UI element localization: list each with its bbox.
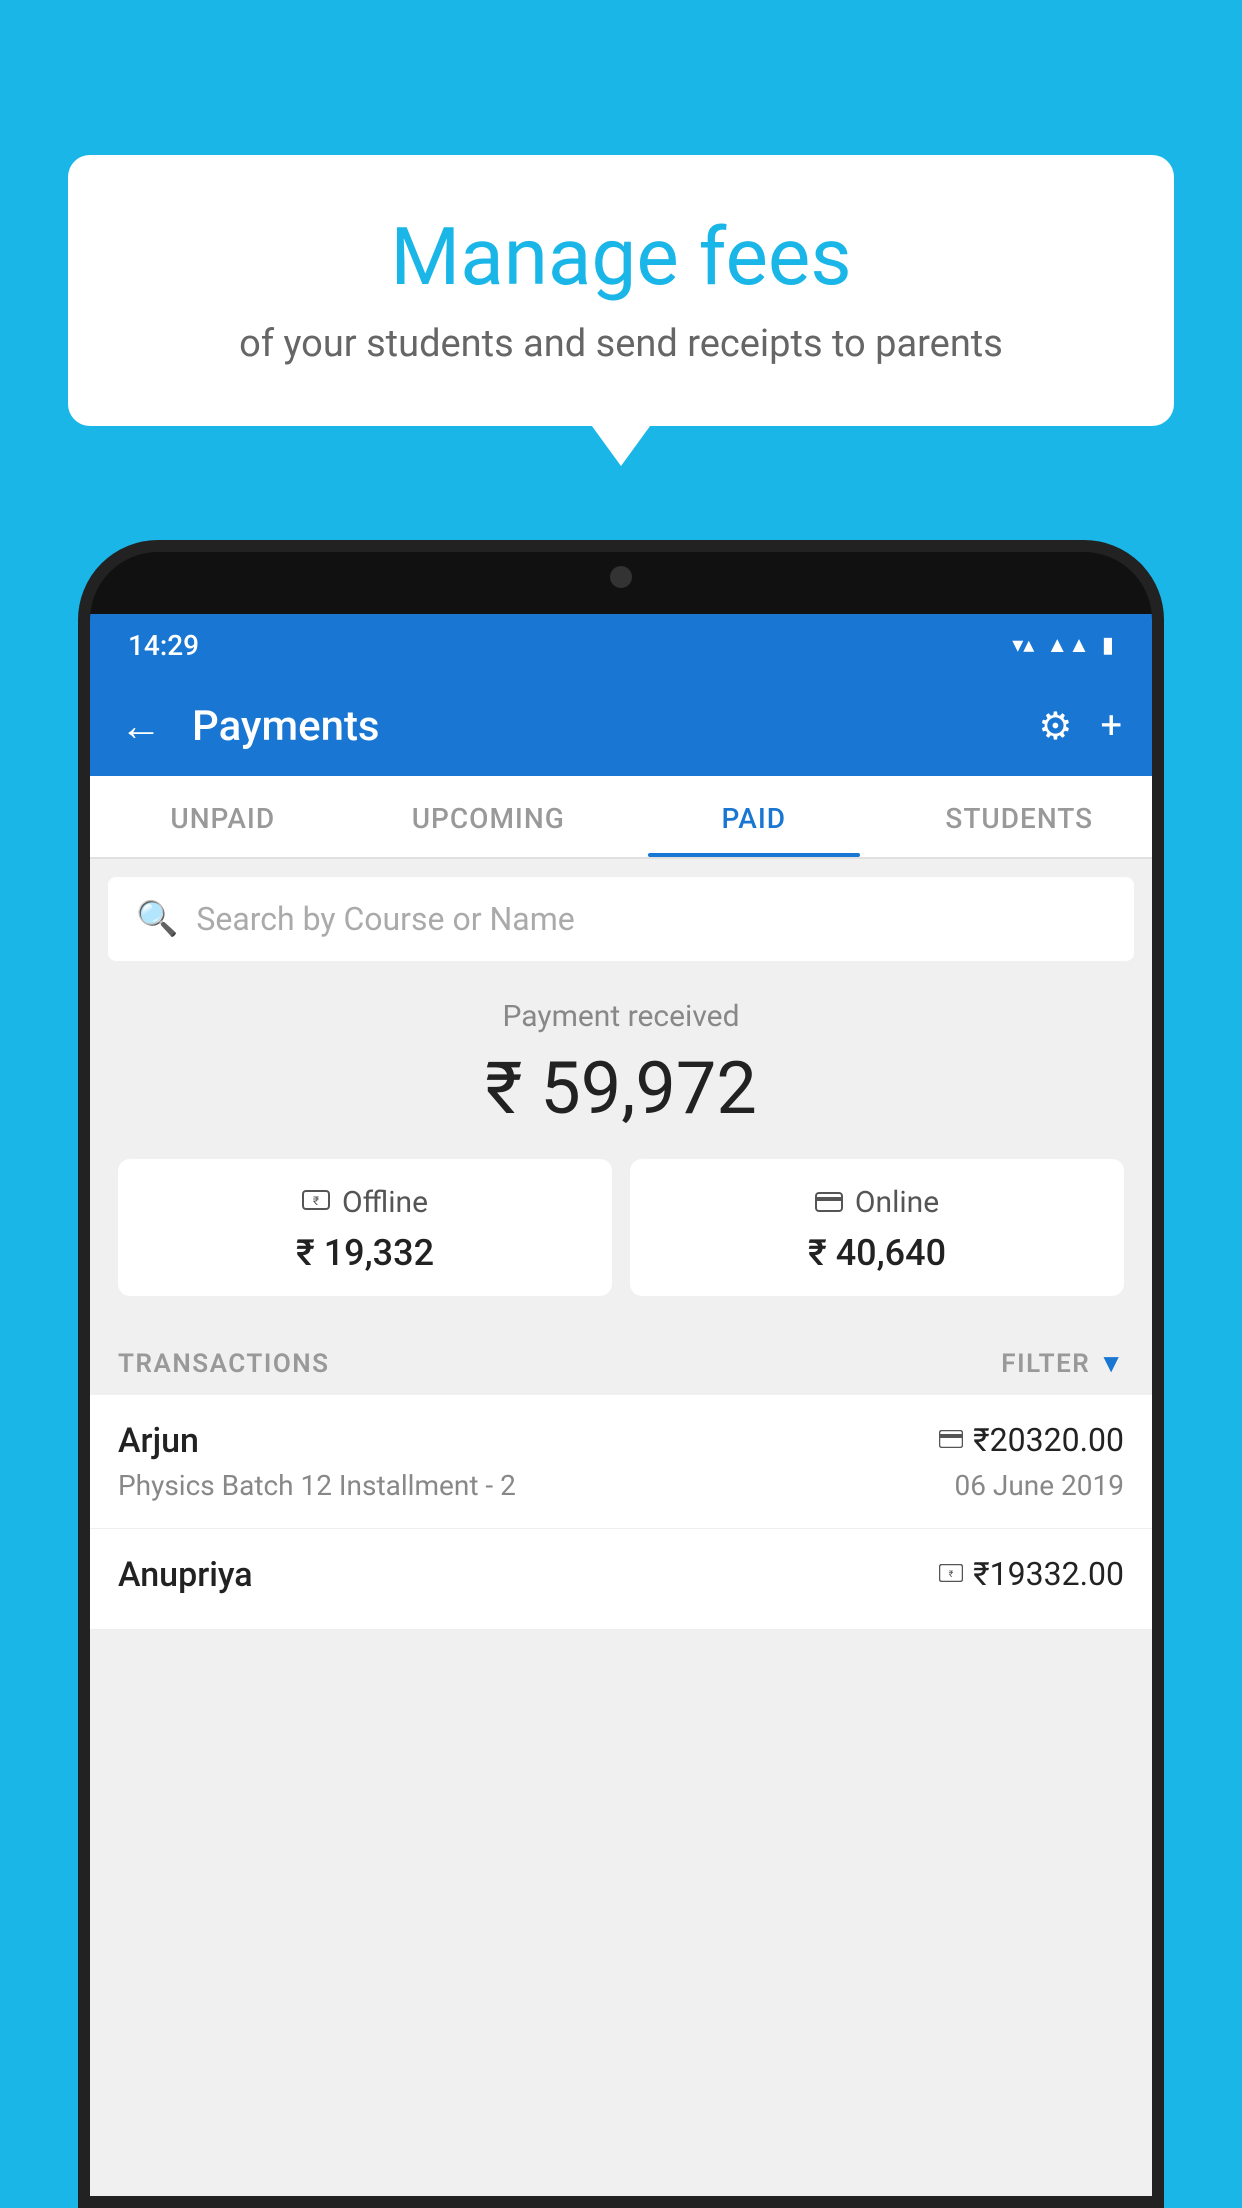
transaction-amount: ₹20320.00: [973, 1421, 1124, 1459]
status-bar: 14:29 ▾▴ ▲▲ ▮: [90, 614, 1152, 676]
offline-icon: ₹: [302, 1185, 330, 1220]
speech-bubble: Manage fees of your students and send re…: [68, 155, 1174, 426]
transaction-row-top: Anupriya ₹ ₹19332.00: [118, 1555, 1124, 1595]
payment-cards: ₹ Offline ₹ 19,332: [118, 1159, 1124, 1296]
app-bar-actions: ⚙ +: [1038, 704, 1122, 749]
table-row[interactable]: Anupriya ₹ ₹19332.00: [90, 1529, 1152, 1630]
offline-amount: ₹ 19,332: [140, 1232, 590, 1274]
tab-upcoming[interactable]: UPCOMING: [356, 776, 622, 857]
search-icon: 🔍: [136, 899, 178, 939]
bubble-subtitle: of your students and send receipts to pa…: [128, 322, 1114, 366]
offline-label: Offline: [342, 1185, 428, 1220]
phone-camera: [610, 566, 632, 588]
app-bar: ← Payments ⚙ +: [90, 676, 1152, 776]
svg-text:₹: ₹: [313, 1194, 319, 1208]
payment-total-amount: ₹ 59,972: [118, 1046, 1124, 1131]
settings-button[interactable]: ⚙: [1038, 704, 1072, 749]
transactions-header: TRANSACTIONS FILTER ▼: [90, 1324, 1152, 1395]
tabs-bar: UNPAID UPCOMING PAID STUDENTS: [90, 776, 1152, 859]
transaction-row-bottom: Physics Batch 12 Installment - 2 06 June…: [118, 1469, 1124, 1502]
filter-icon: ▼: [1098, 1348, 1124, 1379]
table-row[interactable]: Arjun ₹20320.00 Physics: [90, 1395, 1152, 1529]
app-bar-title: Payments: [192, 702, 1008, 751]
transaction-row-top: Arjun ₹20320.00: [118, 1421, 1124, 1461]
phone-notch: [521, 552, 721, 600]
transaction-amount-container: ₹20320.00: [939, 1421, 1124, 1459]
transactions-label: TRANSACTIONS: [118, 1349, 330, 1379]
wifi-icon: ▾▴: [1012, 633, 1034, 658]
bubble-title: Manage fees: [128, 210, 1114, 304]
online-card-header: Online: [652, 1185, 1102, 1220]
tab-paid[interactable]: PAID: [621, 776, 887, 857]
tab-students[interactable]: STUDENTS: [887, 776, 1153, 857]
speech-bubble-container: Manage fees of your students and send re…: [68, 155, 1174, 426]
online-payment-icon: [939, 1425, 963, 1455]
offline-card-header: ₹ Offline: [140, 1185, 590, 1220]
status-icons: ▾▴ ▲▲ ▮: [1012, 632, 1114, 658]
battery-icon: ▮: [1102, 633, 1114, 658]
offline-payment-icon: ₹: [939, 1559, 963, 1589]
status-time: 14:29: [128, 629, 199, 662]
payment-summary: Payment received ₹ 59,972 ₹: [90, 961, 1152, 1324]
phone-mockup: 14:29 ▾▴ ▲▲ ▮ ← Payments ⚙ + UNPAID UPCO…: [78, 540, 1164, 2208]
filter-button[interactable]: FILTER ▼: [1001, 1348, 1124, 1379]
transaction-name: Anupriya: [118, 1555, 253, 1595]
offline-card: ₹ Offline ₹ 19,332: [118, 1159, 612, 1296]
transaction-course: Physics Batch 12 Installment - 2: [118, 1469, 516, 1502]
search-placeholder: Search by Course or Name: [196, 900, 574, 938]
back-button[interactable]: ←: [120, 702, 162, 751]
filter-label: FILTER: [1001, 1349, 1090, 1379]
online-icon: [815, 1185, 843, 1220]
transaction-amount-container: ₹ ₹19332.00: [939, 1555, 1124, 1593]
transaction-date: 06 June 2019: [954, 1469, 1124, 1502]
screen-content: 🔍 Search by Course or Name Payment recei…: [90, 859, 1152, 2196]
online-label: Online: [855, 1185, 939, 1220]
tab-unpaid[interactable]: UNPAID: [90, 776, 356, 857]
add-button[interactable]: +: [1100, 704, 1122, 748]
online-card: Online ₹ 40,640: [630, 1159, 1124, 1296]
search-bar[interactable]: 🔍 Search by Course or Name: [108, 877, 1134, 961]
transaction-amount: ₹19332.00: [973, 1555, 1124, 1593]
transaction-name: Arjun: [118, 1421, 199, 1461]
payment-received-label: Payment received: [118, 999, 1124, 1034]
transaction-list: Arjun ₹20320.00 Physics: [90, 1395, 1152, 1630]
svg-text:₹: ₹: [949, 1570, 954, 1580]
online-amount: ₹ 40,640: [652, 1232, 1102, 1274]
signal-icon: ▲▲: [1046, 632, 1090, 658]
